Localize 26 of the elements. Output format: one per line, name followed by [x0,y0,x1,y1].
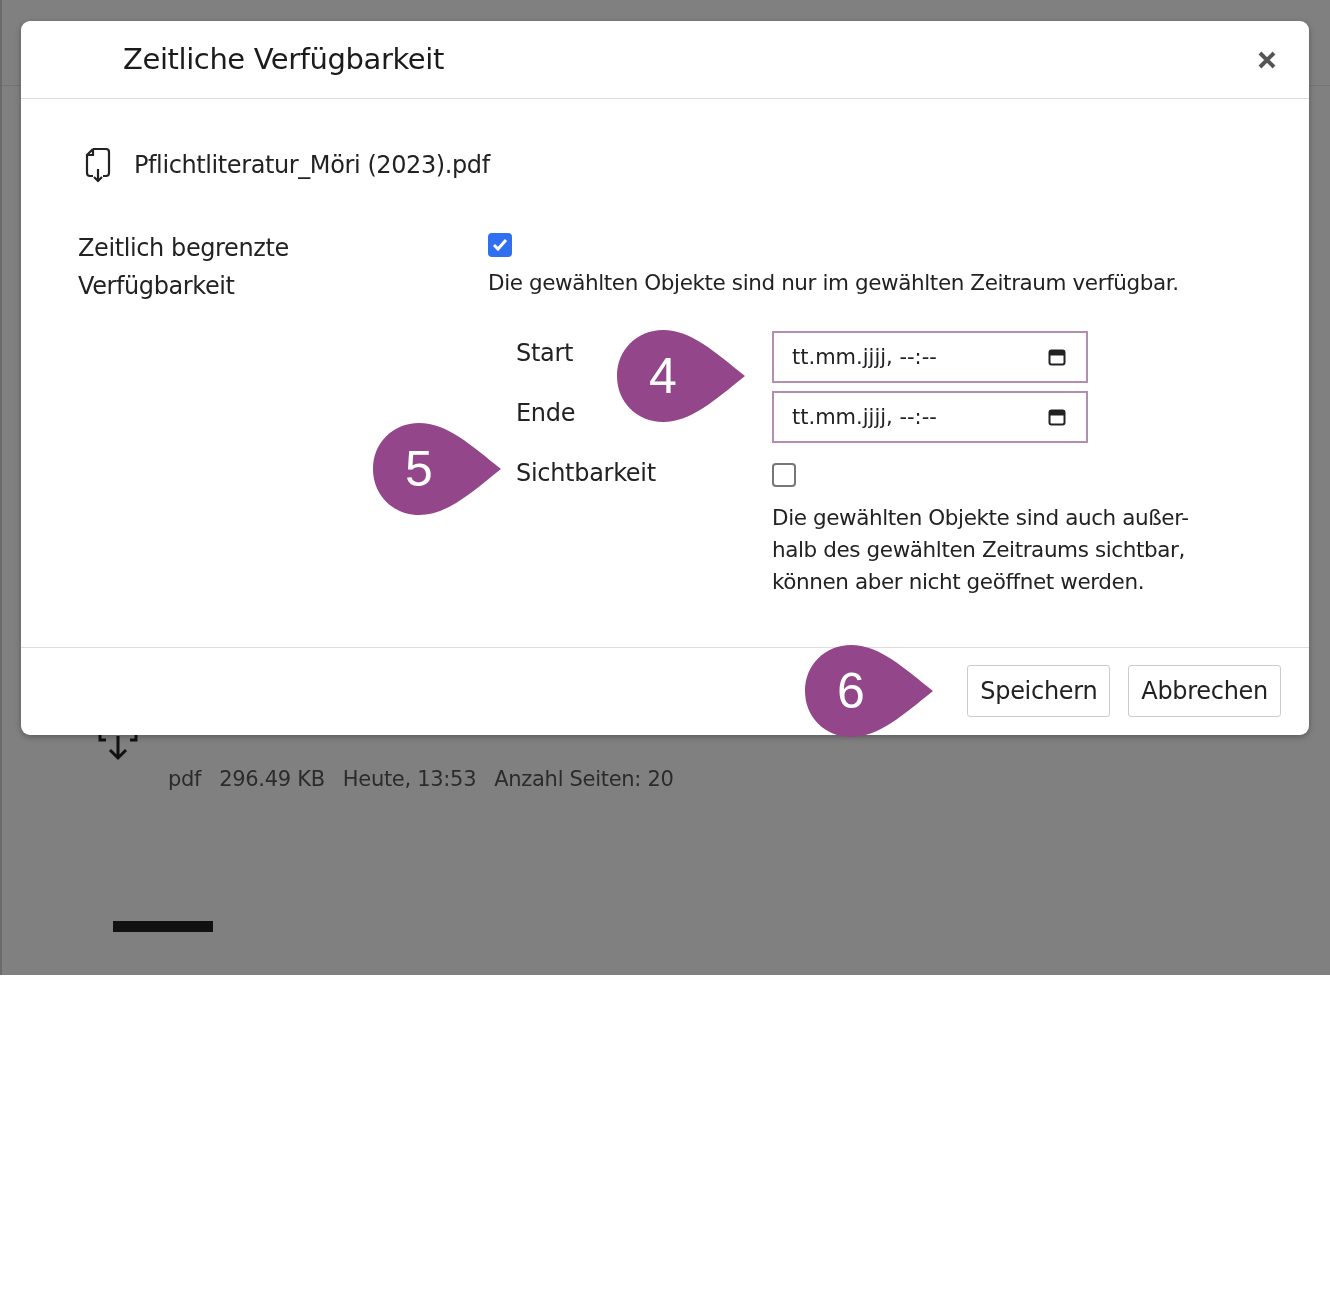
close-icon[interactable] [1257,50,1277,70]
callout-marker: 4 [615,328,747,424]
date-field[interactable]: tt.mm.jjjj, --:-- [772,391,1088,444]
field-label: Sichtbarkeit [516,458,656,490]
meta-text: Heute, 13:53 [342,766,477,793]
hint-text: Die gewählten Objekte sind auch außer-halb des gewählten Zeitraums sichtbar, können aber nicht geöffnet werden. [772,504,1190,597]
save-button[interactable]: Speichern [967,664,1111,717]
checkbox[interactable] [772,463,796,488]
file-icon [84,147,112,183]
calendar-icon[interactable] [1048,348,1066,367]
meta-text: 296.49 KB [219,766,325,793]
meta-text: Anzahl Seiten: 20 [494,766,674,793]
meta-text: pdf [168,766,202,793]
dialog-title: Zeitliche Verfügbarkeit [123,42,445,77]
callout-marker: 6 [803,643,935,739]
check-icon [492,238,508,252]
field-label: Ende [516,398,576,430]
field-label: Start [516,338,574,370]
checkbox[interactable] [488,233,512,257]
callout-marker: 5 [371,421,503,517]
calendar-icon[interactable] [1048,408,1066,427]
date-field[interactable]: tt.mm.jjjj, --:-- [772,331,1088,384]
hint-text: Die gewählten Objekte sind nur im gewählten Zeitraum verfügbar. [488,269,1179,297]
cancel-button[interactable]: Abbrechen [1128,664,1281,717]
file-name: Pflichtliteratur_Möri (2023).pdf [134,150,490,181]
field-label: Zeitlich begrenzte Verfügbarkeit [78,233,290,302]
